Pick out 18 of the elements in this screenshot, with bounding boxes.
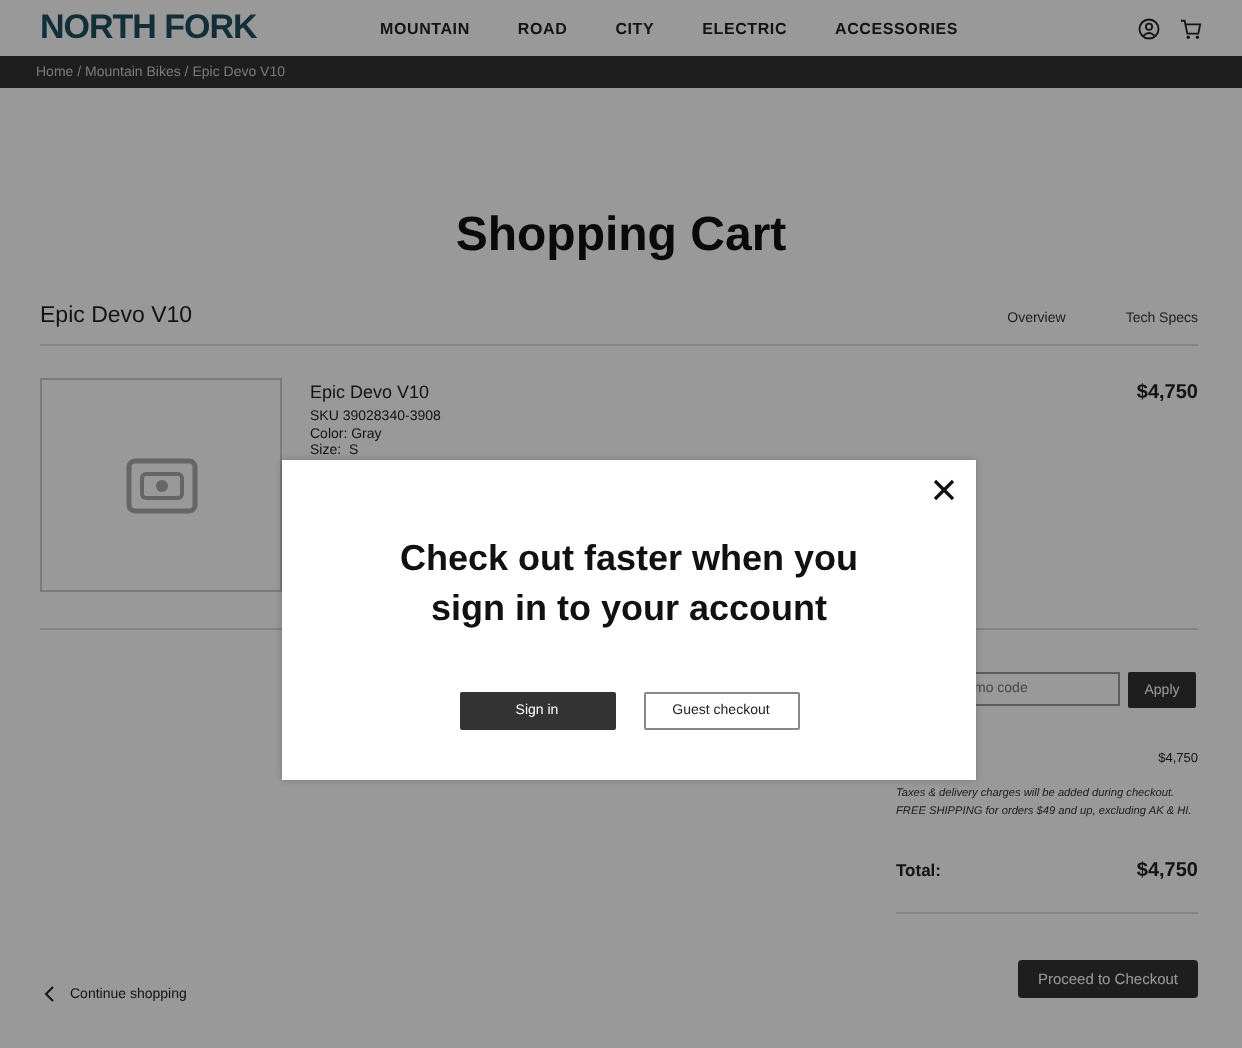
nav-link[interactable]: ELECTRIC xyxy=(702,19,788,37)
logo[interactable]: NORTH FORK xyxy=(40,8,380,48)
total-value: $4,750 xyxy=(1136,860,1198,882)
nav-link[interactable]: ROAD xyxy=(517,19,568,37)
nav-link[interactable]: CITY xyxy=(615,19,655,37)
nav-link[interactable]: MOUNTAIN xyxy=(380,19,470,37)
camera-icon xyxy=(125,457,197,513)
close-icon[interactable] xyxy=(932,478,956,502)
item-name: Epic Devo V10 xyxy=(310,382,432,402)
chevron-left-icon xyxy=(44,986,54,1002)
cart-icon[interactable] xyxy=(1180,17,1202,39)
account-icon[interactable] xyxy=(1138,17,1160,39)
page-title: Shopping Cart xyxy=(453,208,789,264)
item-price: $4,750 xyxy=(1136,380,1198,408)
product-title: Epic Devo V10 xyxy=(40,304,195,328)
dialog-heading: Check out faster when you sign in to your account xyxy=(397,536,861,632)
total-label: Total: xyxy=(896,860,942,880)
nav-link[interactable]: ACCESSORIES xyxy=(835,19,959,37)
